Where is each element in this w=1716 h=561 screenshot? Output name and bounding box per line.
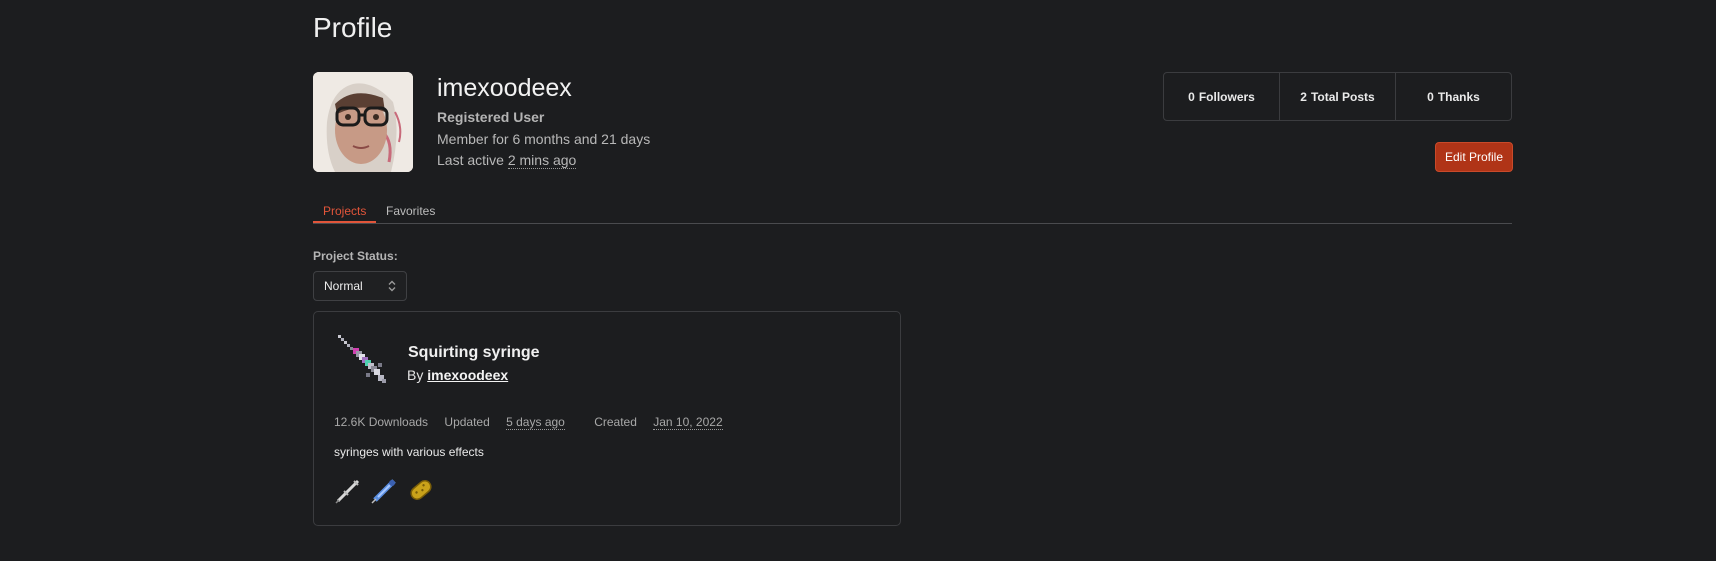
avatar-image — [313, 72, 413, 172]
tab-projects[interactable]: Projects — [323, 204, 366, 218]
project-thumbnails — [334, 475, 436, 505]
golden-pill-thumb-icon[interactable] — [406, 475, 436, 505]
project-status-label: Project Status: — [313, 249, 398, 263]
user-role: Registered User — [437, 109, 545, 125]
project-created-label: Created — [594, 415, 637, 429]
project-status-select[interactable]: Normal — [313, 271, 407, 301]
stat-total-posts-value: 2 — [1300, 89, 1307, 104]
tab-favorites[interactable]: Favorites — [386, 204, 435, 218]
profile-tabs: Projects Favorites — [313, 200, 1512, 224]
active-tab-indicator — [313, 221, 376, 223]
project-byline: By imexoodeex — [407, 367, 508, 383]
blue-syringe-thumb-icon[interactable] — [370, 475, 400, 505]
project-updated-label: Updated — [444, 415, 490, 429]
stat-followers-value: 0 — [1188, 89, 1195, 104]
stat-thanks-value: 0 — [1427, 89, 1434, 104]
profile-stats: 0 Followers 2 Total Posts 0 Thanks — [1163, 72, 1512, 121]
project-updated-value: 5 days ago — [506, 415, 565, 430]
last-active-label: Last active — [437, 152, 504, 168]
page-title: Profile — [313, 12, 393, 43]
project-description: syringes with various effects — [334, 445, 484, 459]
stat-thanks-label: Thanks — [1437, 89, 1480, 104]
project-author-link[interactable]: imexoodeex — [427, 367, 508, 383]
project-title[interactable]: Squirting syringe — [408, 344, 540, 362]
stat-thanks[interactable]: 0 Thanks — [1396, 73, 1511, 120]
username: imexoodeex — [437, 74, 572, 102]
stat-total-posts[interactable]: 2 Total Posts — [1280, 73, 1396, 120]
project-meta: 12.6K Downloads Updated 5 days ago Creat… — [334, 415, 749, 430]
edit-profile-button[interactable]: Edit Profile — [1435, 142, 1513, 172]
syringe-thumb-icon[interactable] — [334, 475, 364, 505]
stat-followers[interactable]: 0 Followers — [1164, 73, 1280, 120]
avatar[interactable] — [313, 72, 413, 172]
project-status-selected: Normal — [324, 279, 363, 293]
last-active: Last active 2 mins ago — [437, 152, 577, 169]
last-active-time: 2 mins ago — [507, 152, 577, 169]
project-updated: Updated 5 days ago — [444, 415, 577, 430]
select-arrows-icon — [388, 280, 396, 292]
stat-total-posts-label: Total Posts — [1310, 89, 1375, 104]
syringe-project-icon[interactable] — [336, 333, 398, 395]
project-downloads: 12.6K Downloads — [334, 415, 429, 429]
member-duration: Member for 6 months and 21 days — [437, 131, 651, 147]
project-created: Created Jan 10, 2022 — [594, 415, 735, 430]
stat-followers-label: Followers — [1198, 89, 1255, 104]
project-by-label: By — [407, 367, 424, 383]
project-created-value: Jan 10, 2022 — [653, 415, 723, 430]
